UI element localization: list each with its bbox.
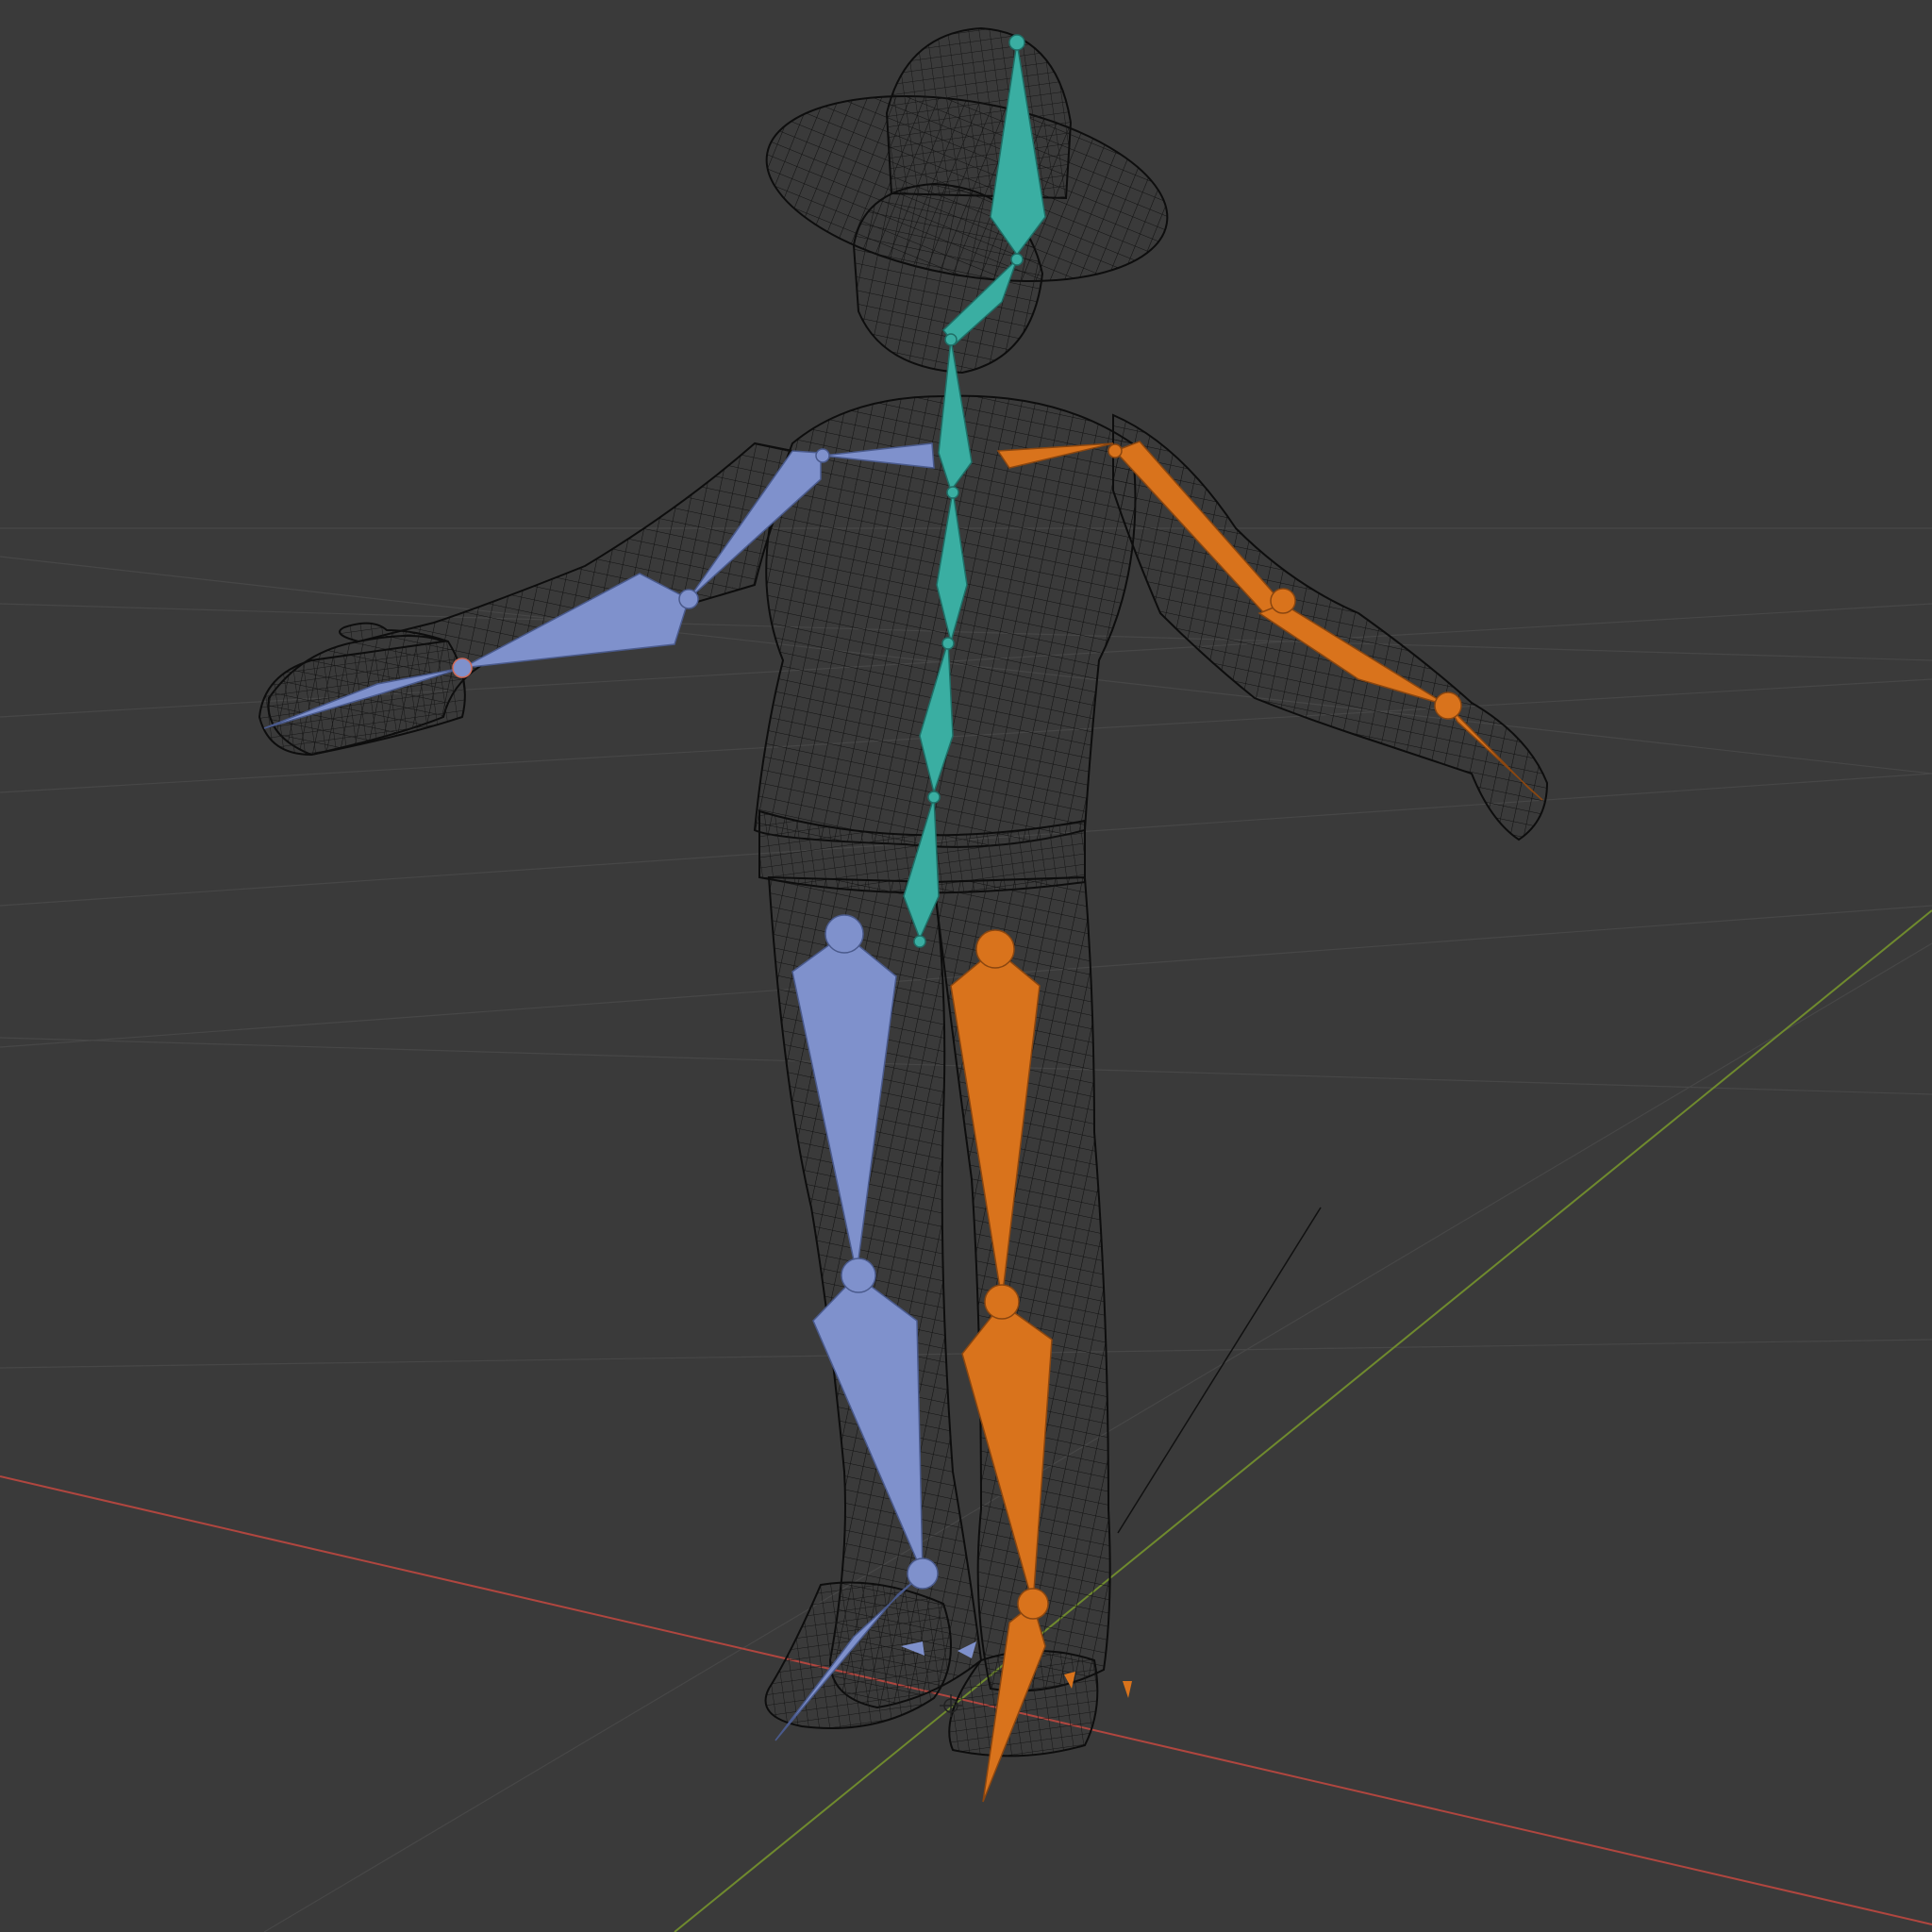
spine-joint-4[interactable]: [913, 935, 926, 948]
head-joint[interactable]: [1008, 34, 1025, 51]
left-wrist-joint[interactable]: [452, 658, 473, 678]
spine-joint-3[interactable]: [927, 791, 941, 804]
hat-crown: [885, 26, 1073, 200]
left-hip-joint[interactable]: [824, 914, 864, 954]
left-ankle-joint[interactable]: [907, 1557, 939, 1590]
chest-joint[interactable]: [944, 333, 958, 346]
right-hip-joint[interactable]: [975, 929, 1015, 969]
right-arm-mesh: [1112, 413, 1549, 841]
right-elbow-joint[interactable]: [1270, 588, 1296, 614]
spine-joint-2[interactable]: [941, 637, 955, 650]
spine-joint-1[interactable]: [946, 486, 959, 499]
right-shoulder-joint[interactable]: [1108, 443, 1123, 458]
left-foot-mesh: [764, 1581, 952, 1729]
right-knee-joint[interactable]: [984, 1284, 1020, 1320]
3d-viewport[interactable]: [0, 0, 1932, 1932]
right-heel-marker[interactable]: [1123, 1681, 1132, 1698]
neck-joint[interactable]: [1010, 253, 1024, 266]
right-wrist-joint[interactable]: [1434, 691, 1462, 720]
right-ankle-joint[interactable]: [1017, 1588, 1049, 1620]
left-knee-joint[interactable]: [841, 1257, 876, 1293]
view-direction-line: [1117, 1207, 1322, 1534]
left-shoulder-joint[interactable]: [815, 448, 830, 463]
left-elbow-joint[interactable]: [678, 589, 699, 609]
viewport-canvas[interactable]: [0, 0, 1932, 1932]
